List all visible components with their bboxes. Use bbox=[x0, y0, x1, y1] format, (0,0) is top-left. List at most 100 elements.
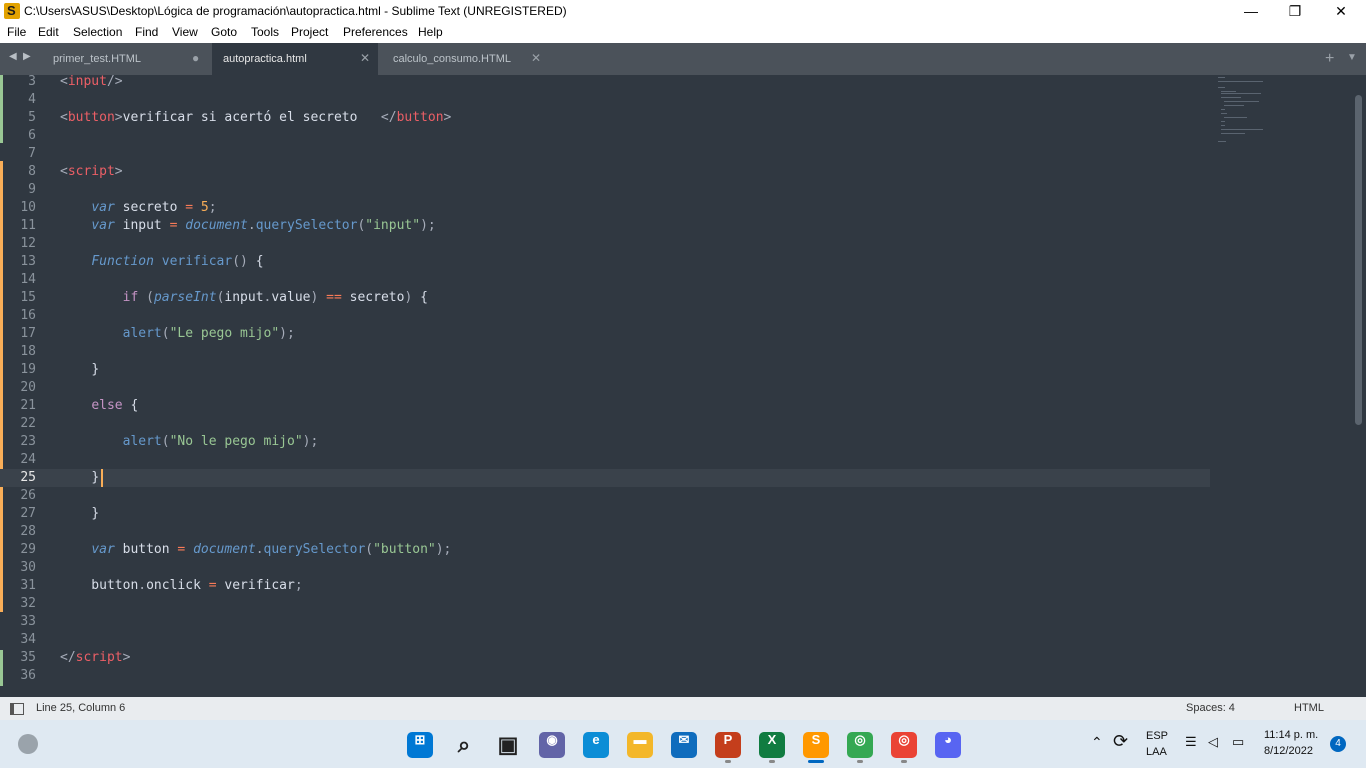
menu-selection[interactable]: Selection bbox=[73, 25, 122, 39]
tab-next-icon[interactable]: ▶ bbox=[23, 51, 31, 62]
tab-prev-icon[interactable]: ◀ bbox=[9, 51, 17, 62]
code-line[interactable]: 11 var input = document.querySelector("i… bbox=[0, 217, 1210, 235]
menu-project[interactable]: Project bbox=[291, 25, 328, 39]
code-line[interactable]: 21 else { bbox=[0, 397, 1210, 415]
code-line[interactable]: 10 var secreto = 5; bbox=[0, 199, 1210, 217]
close-button[interactable]: ✕ bbox=[1318, 0, 1364, 23]
tab-calculo-consumo[interactable]: calculo_consumo.HTML ✕ bbox=[380, 43, 550, 75]
menu-file[interactable]: File bbox=[7, 25, 26, 39]
code-line[interactable]: 7 bbox=[0, 145, 1210, 163]
menu-edit[interactable]: Edit bbox=[38, 25, 59, 39]
sync-icon[interactable]: ⟳ bbox=[1113, 731, 1128, 752]
code-line[interactable]: 20 bbox=[0, 379, 1210, 397]
notification-badge[interactable]: 4 bbox=[1330, 736, 1346, 752]
code-line[interactable]: 24 bbox=[0, 451, 1210, 469]
code-line[interactable]: 33 bbox=[0, 613, 1210, 631]
code-line[interactable]: 22 bbox=[0, 415, 1210, 433]
code-line[interactable]: 27 } bbox=[0, 505, 1210, 523]
code-token: else bbox=[91, 398, 123, 413]
excel-icon[interactable]: X bbox=[759, 732, 785, 758]
code-token: </ bbox=[380, 110, 397, 125]
code-line[interactable]: 35 </script> bbox=[0, 649, 1210, 667]
code-line[interactable]: 29 var button = document.querySelector("… bbox=[0, 541, 1210, 559]
code-line[interactable]: 16 bbox=[0, 307, 1210, 325]
unsaved-dot-icon[interactable]: ● bbox=[192, 51, 199, 65]
restore-button[interactable]: ❐ bbox=[1272, 0, 1318, 23]
sublime-text-icon[interactable]: S bbox=[803, 732, 829, 758]
powerpoint-icon[interactable]: P bbox=[715, 732, 741, 758]
chrome-profile-2-icon[interactable]: ◎ bbox=[891, 732, 917, 758]
panel-toggle-icon[interactable] bbox=[10, 703, 24, 715]
code-line[interactable]: 30 bbox=[0, 559, 1210, 577]
close-tab-icon[interactable]: ✕ bbox=[531, 51, 541, 65]
chrome-profile-1-icon[interactable]: ◎ bbox=[847, 732, 873, 758]
code-line[interactable]: 8 <script> bbox=[0, 163, 1210, 181]
chevron-up-icon[interactable]: ⌃ bbox=[1091, 734, 1103, 751]
indentation-setting[interactable]: Spaces: 4 bbox=[1186, 702, 1235, 714]
code-line[interactable]: 19 } bbox=[0, 361, 1210, 379]
menu-view[interactable]: View bbox=[172, 25, 198, 39]
code-token: script bbox=[75, 650, 123, 665]
code-line[interactable]: 36 bbox=[0, 667, 1210, 685]
syntax-setting[interactable]: HTML bbox=[1294, 702, 1324, 714]
code-line[interactable]: 14 bbox=[0, 271, 1210, 289]
line-number: 31 bbox=[20, 578, 36, 593]
weather-icon[interactable] bbox=[18, 734, 38, 754]
menu-help[interactable]: Help bbox=[418, 25, 443, 39]
mail-icon[interactable]: ✉ bbox=[671, 732, 697, 758]
tab-list-icon[interactable]: ▼ bbox=[1347, 52, 1357, 63]
code-token: input bbox=[114, 218, 170, 233]
keyboard-layout[interactable]: LAA bbox=[1146, 746, 1167, 758]
file-explorer-icon[interactable]: ▬ bbox=[627, 732, 653, 758]
code-line[interactable]: 25 } bbox=[0, 469, 1210, 487]
menu-goto[interactable]: Goto bbox=[211, 25, 237, 39]
minimize-button[interactable]: — bbox=[1228, 0, 1274, 23]
code-line[interactable]: 12 bbox=[0, 235, 1210, 253]
line-number: 10 bbox=[20, 200, 36, 215]
discord-icon[interactable]: ◕ bbox=[935, 732, 961, 758]
code-line[interactable]: 9 bbox=[0, 181, 1210, 199]
code-line[interactable]: 15 if (parseInt(input.value) == secreto)… bbox=[0, 289, 1210, 307]
menu-preferences[interactable]: Preferences bbox=[343, 25, 408, 39]
code-line[interactable]: 34 bbox=[0, 631, 1210, 649]
wifi-icon[interactable]: ☰ bbox=[1185, 734, 1197, 750]
clock-time[interactable]: 11:14 p. m. bbox=[1264, 729, 1318, 741]
code-line[interactable]: 18 bbox=[0, 343, 1210, 361]
volume-icon[interactable]: ◁ bbox=[1208, 734, 1218, 750]
code-editor[interactable]: 3 <input/> 4 5 <button>verificar si acertó e… bbox=[0, 75, 1366, 697]
new-tab-icon[interactable]: + bbox=[1325, 50, 1334, 68]
code-line[interactable]: 26 bbox=[0, 487, 1210, 505]
tab-autopractica[interactable]: autopractica.html ✕ bbox=[212, 43, 378, 75]
start-icon[interactable]: ⊞ bbox=[407, 732, 433, 758]
chat-icon[interactable]: ◉ bbox=[539, 732, 565, 758]
code-line[interactable]: 17 alert("Le pego mijo"); bbox=[0, 325, 1210, 343]
battery-icon[interactable]: ▭ bbox=[1232, 734, 1244, 750]
language-code[interactable]: ESP bbox=[1146, 730, 1168, 742]
code-line[interactable]: 13 Function verificar() { bbox=[0, 253, 1210, 271]
code-line[interactable]: 23 alert("No le pego mijo"); bbox=[0, 433, 1210, 451]
code-token: 5 bbox=[200, 200, 209, 215]
code-line[interactable]: 4 bbox=[0, 91, 1210, 109]
clock-date[interactable]: 8/12/2022 bbox=[1264, 745, 1313, 757]
search-icon[interactable]: ⌕ bbox=[451, 732, 477, 758]
line-number: 6 bbox=[28, 128, 36, 143]
code-line[interactable]: 28 bbox=[0, 523, 1210, 541]
close-tab-icon[interactable]: ✕ bbox=[360, 51, 370, 65]
menu-find[interactable]: Find bbox=[135, 25, 158, 39]
menu-tools[interactable]: Tools bbox=[251, 25, 279, 39]
edge-icon[interactable]: e bbox=[583, 732, 609, 758]
vertical-scrollbar[interactable] bbox=[1355, 95, 1362, 425]
code-line[interactable]: 6 bbox=[0, 127, 1210, 145]
task-view-icon[interactable]: ▣ bbox=[495, 732, 521, 758]
code-token: input bbox=[224, 290, 264, 305]
code-line[interactable]: 31 button.onclick = verificar; bbox=[0, 577, 1210, 595]
code-line[interactable]: 5 <button>verificar si acertó el secreto … bbox=[0, 109, 1210, 127]
tab-primer-test[interactable]: primer_test.HTML ● bbox=[40, 43, 210, 75]
line-code: Function verificar() { bbox=[60, 253, 263, 271]
minimap[interactable] bbox=[1218, 75, 1338, 165]
code-line[interactable]: 3 <input/> bbox=[0, 75, 1210, 91]
code-line[interactable]: 32 bbox=[0, 595, 1210, 613]
line-number: 30 bbox=[20, 560, 36, 575]
